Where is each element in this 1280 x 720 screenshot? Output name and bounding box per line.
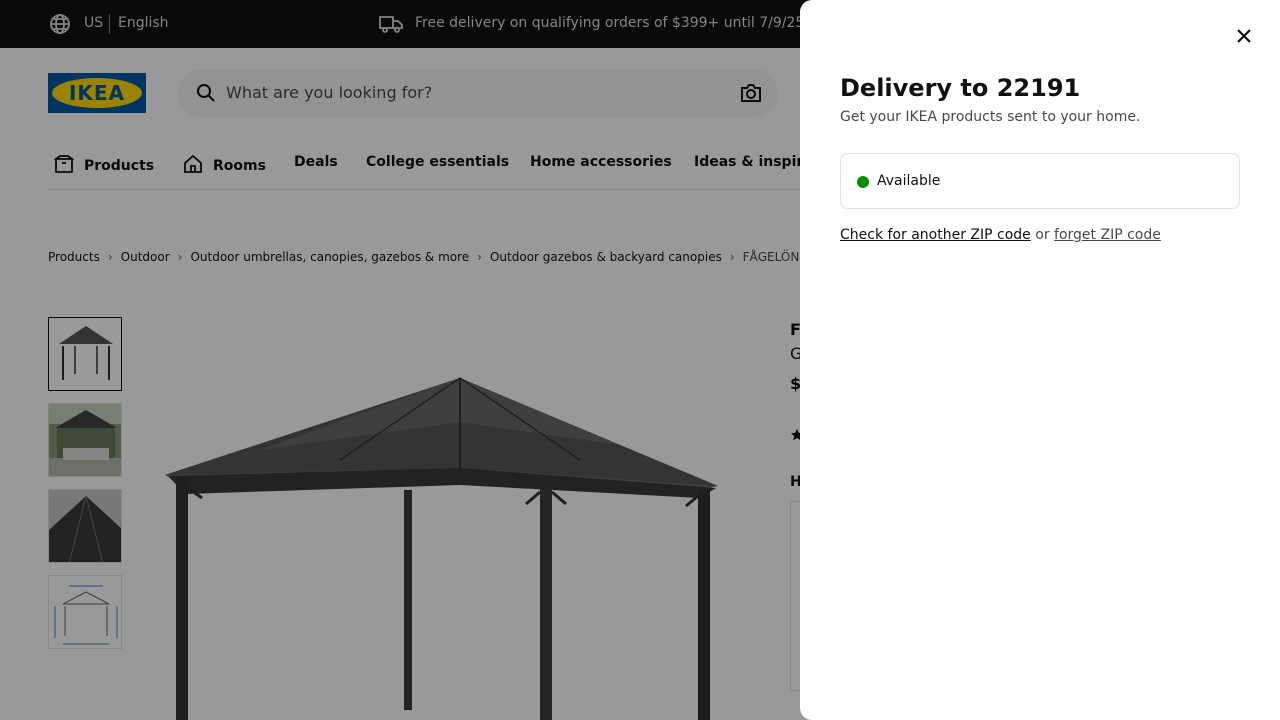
or-text: or [1035, 227, 1050, 243]
close-icon[interactable] [1232, 24, 1256, 48]
forget-zip-link[interactable]: forget ZIP code [1054, 227, 1161, 243]
availability-box: Available [840, 153, 1240, 209]
delivery-panel: Delivery to 22191 Get your IKEA products… [800, 0, 1280, 720]
zip-actions: Check for another ZIP code or forget ZIP… [840, 227, 1161, 243]
status-dot-icon [857, 176, 869, 188]
check-zip-link[interactable]: Check for another ZIP code [840, 227, 1031, 243]
panel-title: Delivery to 22191 [840, 74, 1081, 102]
panel-subtitle: Get your IKEA products sent to your home… [840, 109, 1141, 125]
availability-status: Available [877, 173, 941, 189]
